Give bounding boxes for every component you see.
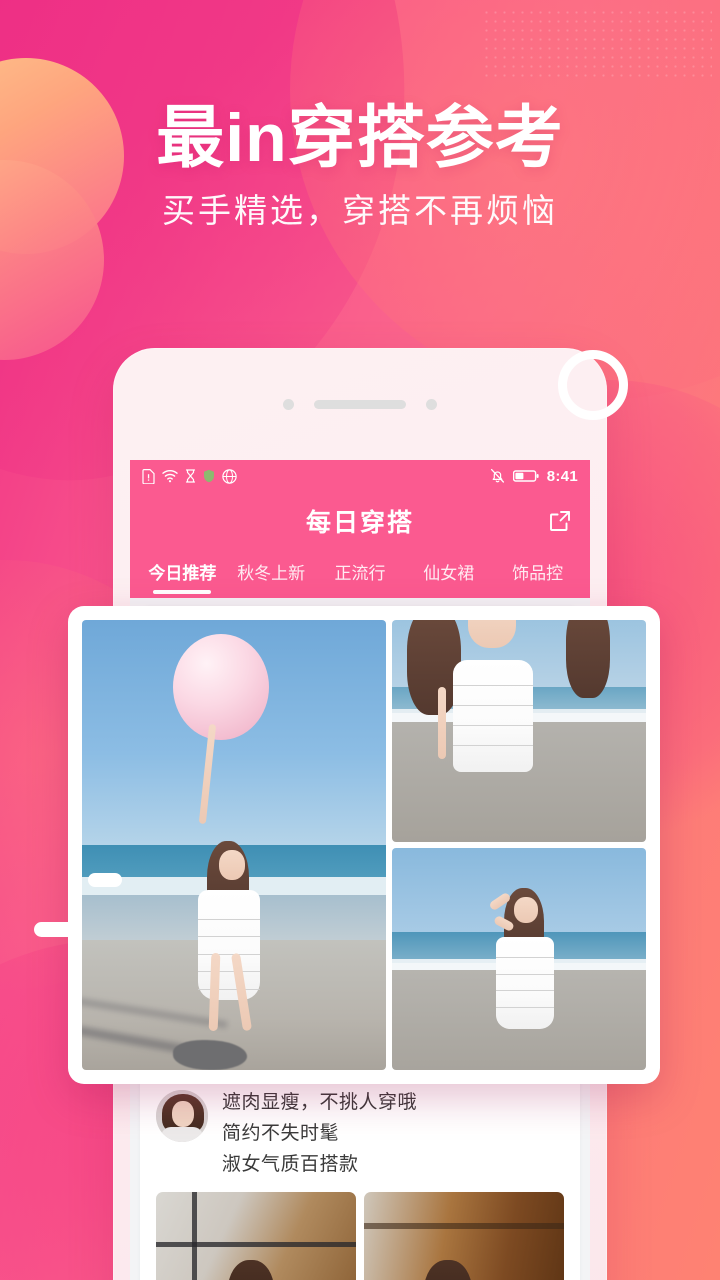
category-tabs: 今日推荐 秋冬上新 正流行 仙女裙 饰品控: [130, 550, 590, 598]
globe-icon: [222, 468, 237, 484]
promo-title: 最in穿搭参考: [156, 100, 564, 176]
post-thumbnail-row: [140, 1188, 580, 1280]
post-text-block: 遮肉显瘦，不挑人穿哦 简约不失时髦 淑女气质百搭款: [222, 1090, 417, 1176]
model-face: [218, 849, 245, 880]
avatar[interactable]: [156, 1090, 208, 1142]
promo-subtitle: 买手精选，穿搭不再烦恼: [162, 192, 558, 229]
dress-detail: [452, 659, 533, 772]
dot-texture: [482, 8, 712, 80]
bell-muted-icon: [490, 468, 504, 483]
tab-trending[interactable]: 正流行: [316, 550, 405, 598]
rock: [173, 1040, 248, 1070]
shield-icon: [204, 469, 214, 483]
background-blob-orange-upper: [0, 58, 124, 254]
wifi-icon: [162, 469, 178, 483]
tab-today-recommend[interactable]: 今日推荐: [138, 550, 227, 598]
post-thumbnail-right[interactable]: [364, 1191, 564, 1280]
window-frame-vertical: [192, 1191, 197, 1280]
share-icon[interactable]: [546, 507, 574, 535]
avatar-face: [172, 1101, 194, 1127]
collage-main-photo[interactable]: [82, 620, 386, 1070]
photo-collage: [82, 620, 646, 1070]
front-camera-icon: [283, 398, 294, 410]
earpiece-speaker: [314, 399, 406, 409]
collage-right-column: [392, 620, 646, 1070]
collage-detail-photo[interactable]: [392, 620, 646, 842]
tab-autumn-winter-new[interactable]: 秋冬上新: [227, 550, 316, 598]
white-dress-detail-photo: [392, 620, 646, 842]
post-line-3: 淑女气质百搭款: [222, 1153, 359, 1175]
feed-card-post[interactable]: 遮肉显瘦，不挑人穿哦 简约不失时髦 淑女气质百搭款: [140, 1072, 580, 1280]
tab-fairy-skirt[interactable]: 仙女裙: [404, 550, 493, 598]
face-pose: [513, 896, 538, 923]
status-bar-clock: 8:41: [546, 467, 578, 485]
post-thumbnail-left[interactable]: [156, 1191, 356, 1280]
shelf-line: [364, 1222, 564, 1229]
post-line-2: 简约不失时髦: [222, 1122, 340, 1144]
background-blob-right-top: [290, 0, 720, 400]
highlight-collage-card[interactable]: [68, 606, 660, 1084]
beach-balloon-photo: [82, 620, 386, 1070]
arm-detail: [437, 686, 446, 759]
page-title: 每日穿搭: [305, 509, 414, 537]
phone-notch: [113, 348, 607, 460]
background-blob-orange-lower: [0, 160, 104, 360]
hourglass-icon: [185, 469, 196, 483]
collage-pose-photo[interactable]: [392, 848, 646, 1070]
post-header: 遮肉显瘦，不挑人穿哦 简约不失时髦 淑女气质百搭款: [140, 1072, 580, 1188]
promo-header: 最in穿搭参考 买手精选，穿搭不再烦恼: [0, 104, 720, 227]
tab-accessories[interactable]: 饰品控: [493, 550, 582, 598]
avatar-top: [161, 1127, 203, 1142]
promo-screenshot: 最in穿搭参考 买手精选，穿搭不再烦恼 8:41 每日穿搭 今日推荐 秋冬上新 …: [0, 0, 720, 1280]
white-dress: [197, 890, 260, 1000]
dress-pose: [496, 936, 555, 1029]
window-frame-horizontal: [156, 1241, 356, 1247]
beach-heart-pose-photo: [392, 848, 646, 1070]
post-line-1: 遮肉显瘦，不挑人穿哦: [222, 1092, 418, 1113]
proximity-sensor-icon: [426, 398, 437, 410]
status-bar-left-icons: [142, 468, 237, 484]
app-header: 每日穿搭: [130, 492, 590, 550]
status-bar-right-icons: 8:41: [490, 468, 578, 485]
sim-card-alert-icon: [142, 468, 155, 484]
status-bar: 8:41: [130, 460, 590, 492]
battery-icon: [512, 470, 539, 482]
pink-balloon: [173, 633, 270, 740]
hair-right-detail: [566, 620, 611, 699]
